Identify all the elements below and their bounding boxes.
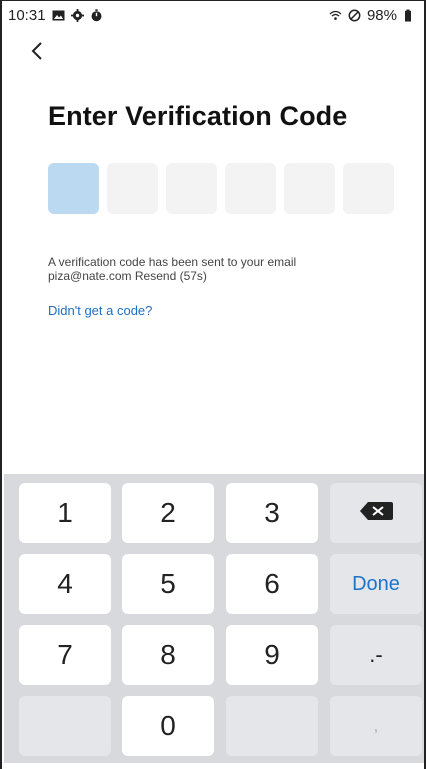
code-digit-3[interactable] xyxy=(166,163,217,214)
status-left: 10:31 xyxy=(8,7,103,24)
backspace-key[interactable] xyxy=(330,483,422,543)
no-code-link[interactable]: Didn't get a code? xyxy=(48,303,152,318)
code-digit-5[interactable] xyxy=(284,163,335,214)
dot-dash-key[interactable]: .- xyxy=(330,625,422,685)
key-6[interactable]: 6 xyxy=(226,554,318,614)
key-9[interactable]: 9 xyxy=(226,625,318,685)
numeric-keyboard: 1 2 3 4 5 6 Done 7 8 9 .- 0 , xyxy=(4,474,424,769)
gallery-icon xyxy=(52,9,65,22)
status-right: 98% xyxy=(329,7,416,24)
battery-icon xyxy=(403,9,416,22)
info-line-1: A verification code has been sent to you… xyxy=(48,255,297,269)
key-0[interactable]: 0 xyxy=(122,696,214,756)
back-button[interactable] xyxy=(26,41,50,65)
comma-key[interactable]: , xyxy=(330,696,422,756)
do-not-disturb-icon xyxy=(348,9,361,22)
bottom-bar xyxy=(2,763,424,769)
code-digit-6[interactable] xyxy=(343,163,394,214)
info-text: A verification code has been sent to you… xyxy=(48,255,348,283)
done-key[interactable]: Done xyxy=(330,554,422,614)
battery-percent: 98% xyxy=(366,6,397,24)
key-1[interactable]: 1 xyxy=(19,483,111,543)
screen: 10:31 98% Enter Verification Code A veri… xyxy=(0,0,426,769)
status-bar: 10:31 98% xyxy=(2,1,424,29)
timer-icon xyxy=(90,8,103,22)
code-input-group[interactable] xyxy=(48,163,394,214)
page-title: Enter Verification Code xyxy=(48,101,348,131)
code-digit-4[interactable] xyxy=(225,163,276,214)
key-7[interactable]: 7 xyxy=(19,625,111,685)
key-4[interactable]: 4 xyxy=(19,554,111,614)
blank-key xyxy=(226,696,318,756)
status-time: 10:31 xyxy=(8,6,46,24)
key-3[interactable]: 3 xyxy=(226,483,318,543)
info-line-2: piza@nate.com Resend (57s) xyxy=(48,269,207,283)
empty-key xyxy=(19,696,111,756)
key-5[interactable]: 5 xyxy=(122,554,214,614)
chevron-left-icon xyxy=(30,41,46,66)
code-digit-2[interactable] xyxy=(107,163,158,214)
settings-gear-icon xyxy=(70,8,84,22)
code-digit-1[interactable] xyxy=(48,163,99,214)
backspace-icon xyxy=(358,497,394,529)
wifi-icon xyxy=(329,9,342,22)
key-8[interactable]: 8 xyxy=(122,625,214,685)
key-2[interactable]: 2 xyxy=(122,483,214,543)
